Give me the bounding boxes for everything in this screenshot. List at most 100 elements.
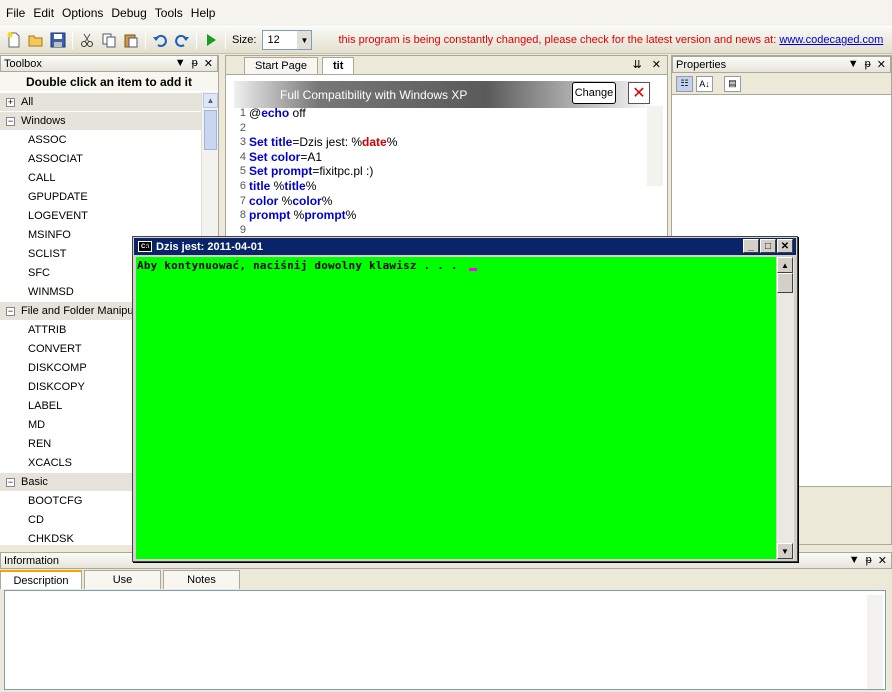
line-number: 3: [239, 136, 246, 149]
code-text: %: [270, 178, 285, 193]
close-icon[interactable]: ✕: [204, 57, 213, 70]
information-body[interactable]: [4, 590, 886, 690]
pin-icon[interactable]: ᵽ: [865, 58, 871, 71]
console-output[interactable]: Aby kontynuować, naciśnij dowolny klawis…: [136, 257, 776, 559]
toolbox-item[interactable]: CALL: [0, 168, 201, 187]
tab-use[interactable]: Use: [84, 570, 161, 589]
tab-start-page[interactable]: Start Page: [244, 57, 318, 74]
maximize-icon[interactable]: □: [760, 239, 776, 253]
collapse-icon[interactable]: −: [6, 116, 15, 126]
save-icon[interactable]: [47, 29, 69, 51]
code-area[interactable]: 1 @echo off 2 3 Set title=Dzis jest: %date% 4…: [234, 106, 659, 237]
copy-icon[interactable]: [98, 29, 120, 51]
dropdown-icon[interactable]: ▼: [849, 554, 860, 567]
run-icon[interactable]: [200, 29, 222, 51]
line-content: @echo off: [249, 106, 659, 121]
collapse-icon[interactable]: −: [6, 477, 15, 487]
scroll-up-icon[interactable]: ▲: [777, 257, 793, 273]
paste-icon[interactable]: [120, 29, 142, 51]
scroll-up-icon[interactable]: ▲: [203, 93, 218, 108]
expand-icon[interactable]: +: [6, 97, 15, 107]
font-size-select[interactable]: 12 ▼: [262, 30, 313, 50]
dropdown-icon[interactable]: ▼: [175, 57, 186, 70]
size-label: Size:: [232, 34, 257, 46]
toolbox-item[interactable]: GPUPDATE: [0, 187, 201, 206]
properties-title: Properties: [676, 58, 727, 71]
property-pages-icon[interactable]: ▤: [724, 75, 741, 92]
toolbox-row-label: LOGEVENT: [28, 209, 88, 222]
change-button[interactable]: Change: [572, 82, 616, 104]
pin-icon[interactable]: ᵽ: [192, 57, 198, 70]
toolbar-separator: [196, 31, 197, 49]
redo-icon[interactable]: [171, 29, 193, 51]
menu-debug[interactable]: Debug: [107, 6, 150, 20]
menu-options[interactable]: Options: [58, 6, 107, 20]
code-variable: date: [362, 135, 387, 150]
information-title: Information: [4, 554, 60, 567]
console-title: Dzis jest: 2011-04-01: [156, 240, 264, 253]
toolbox-item[interactable]: ASSOC: [0, 130, 201, 149]
toolbox-row-label: LABEL: [28, 399, 63, 412]
open-folder-icon[interactable]: [25, 29, 47, 51]
information-scrollbar[interactable]: [867, 595, 883, 689]
menu-file[interactable]: File: [2, 6, 29, 20]
toolbox-category[interactable]: − Windows: [0, 111, 201, 130]
console-scrollbar[interactable]: ▲ ▼: [777, 257, 794, 559]
code-keyword: Set prompt: [249, 164, 313, 179]
toolbox-title: Toolbox: [4, 57, 42, 70]
categorized-icon[interactable]: ☷: [676, 75, 693, 92]
information-tabs: Description Use Notes: [0, 569, 242, 589]
chevron-down-icon[interactable]: ▼: [297, 31, 312, 49]
compatibility-bar: Full Compatibility with Windows XP Chang…: [234, 81, 654, 108]
menu-tools[interactable]: Tools: [151, 6, 187, 20]
line-content: Set title=Dzis jest: %date%: [249, 135, 659, 150]
console-titlebar[interactable]: C:\ Dzis jest: 2011-04-01 _ □ ✕: [134, 238, 796, 255]
scroll-thumb[interactable]: [204, 110, 217, 150]
close-icon[interactable]: ✕: [878, 554, 887, 567]
console-icon: C:\: [138, 241, 152, 252]
pin-icon[interactable]: ᵽ: [866, 554, 872, 567]
cut-icon[interactable]: [76, 29, 98, 51]
scroll-thumb[interactable]: [777, 273, 793, 293]
menu-edit[interactable]: Edit: [29, 6, 58, 20]
code-text: %: [386, 135, 398, 150]
code-keyword: color: [292, 193, 322, 208]
close-icon[interactable]: ✕: [877, 58, 886, 71]
collapse-icon[interactable]: −: [6, 306, 15, 316]
toolbox-item[interactable]: LOGEVENT: [0, 206, 201, 225]
close-icon[interactable]: ✕: [777, 239, 793, 253]
close-icon[interactable]: ✕: [628, 82, 650, 104]
line-number: 7: [239, 194, 246, 207]
toolbox-category[interactable]: + All: [0, 92, 201, 111]
code-line: 1 @echo off: [234, 106, 659, 121]
line-content: [249, 121, 659, 136]
code-text: %: [305, 178, 317, 193]
close-icon[interactable]: ✕: [652, 58, 661, 71]
code-text: =Dzis jest: %: [292, 135, 363, 150]
new-file-icon[interactable]: [3, 29, 25, 51]
toolbox-row-label: DISKCOMP: [28, 361, 87, 374]
minimize-icon[interactable]: _: [743, 239, 759, 253]
code-line: 6 title %title%: [234, 179, 659, 194]
dropdown-icon[interactable]: ▼: [848, 58, 859, 71]
tab-notes[interactable]: Notes: [163, 570, 240, 589]
console-window[interactable]: C:\ Dzis jest: 2011-04-01 _ □ ✕ Aby kont…: [132, 236, 798, 562]
undo-icon[interactable]: [149, 29, 171, 51]
line-content: Set prompt=fixitpc.pl :): [249, 164, 659, 179]
toolbox-row-label: DISKCOPY: [28, 380, 85, 393]
line-number: 4: [239, 150, 246, 163]
properties-toolbar: ☷ A↓ ▤: [672, 73, 891, 95]
line-content: Set color=A1: [249, 150, 659, 165]
toolbar: Size: 12 ▼ this program is being constan…: [0, 27, 892, 54]
toolbox-item[interactable]: ASSOCIAT: [0, 149, 201, 168]
alphabetical-icon[interactable]: A↓: [696, 75, 713, 92]
menu-help[interactable]: Help: [187, 6, 220, 20]
website-link[interactable]: www.codecaged.com: [779, 34, 883, 46]
tab-list-icon[interactable]: ⇊: [633, 58, 642, 71]
code-line: 2: [234, 121, 659, 136]
tab-description[interactable]: Description: [0, 570, 82, 589]
tab-tit[interactable]: tit: [321, 57, 355, 74]
scroll-down-icon[interactable]: ▼: [777, 543, 793, 559]
toolbox-row-label: MSINFO: [28, 228, 71, 241]
editor-scrollbar[interactable]: [647, 106, 663, 186]
